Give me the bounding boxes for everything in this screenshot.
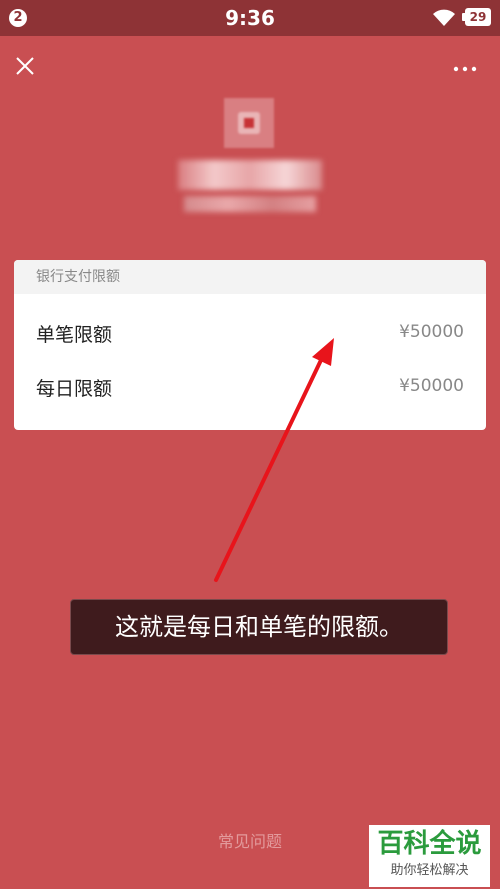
- single-limit-value: ¥50000: [399, 322, 464, 342]
- daily-limit-label: 每日限额: [36, 378, 113, 400]
- close-icon: [16, 57, 34, 75]
- status-bar: 2 9:36 29: [0, 0, 500, 36]
- battery-icon: 29: [462, 8, 491, 26]
- clock: 9:36: [225, 6, 275, 30]
- bank-account-blurred: [184, 196, 316, 212]
- close-button[interactable]: [14, 55, 36, 77]
- single-limit-label: 单笔限额: [36, 324, 113, 346]
- wifi-icon: [433, 9, 455, 26]
- bank-logo-mark: [244, 118, 254, 128]
- single-limit-row: 单笔限额 ¥50000: [14, 304, 486, 358]
- daily-limit-row: 每日限额 ¥50000: [14, 358, 486, 412]
- annotation-caption: 这就是每日和单笔的限额。: [70, 599, 448, 655]
- daily-limit-value: ¥50000: [399, 376, 464, 396]
- card-header: 银行支付限额: [14, 260, 486, 294]
- more-icon: [453, 66, 477, 72]
- bank-logo: [224, 98, 274, 148]
- watermark-logo: 百科全说 助你轻松解决: [369, 825, 490, 887]
- payment-limits-card: 银行支付限额 单笔限额 ¥50000 每日限额 ¥50000: [14, 260, 486, 430]
- watermark-subtitle: 助你轻松解决: [390, 863, 469, 878]
- bank-name-blurred: [178, 160, 322, 190]
- watermark-title: 百科全说: [377, 829, 482, 859]
- more-button[interactable]: [452, 60, 478, 72]
